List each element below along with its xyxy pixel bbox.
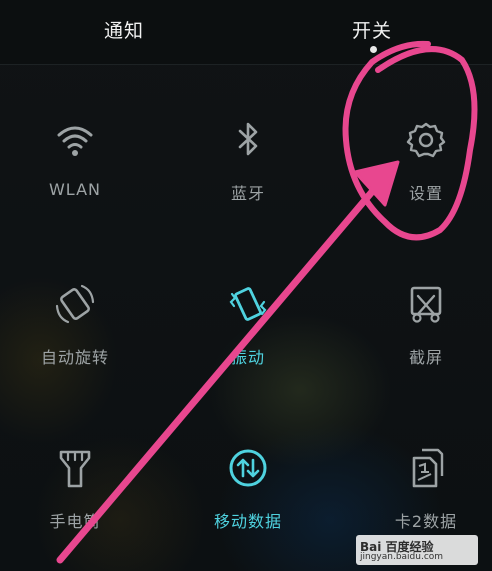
- panel-tab-bar: 通知 开关: [0, 0, 492, 65]
- tile-label: 蓝牙: [230, 184, 265, 203]
- tile-auto-rotate[interactable]: 自动旋转: [0, 282, 150, 412]
- tab-active-indicator: [370, 46, 377, 53]
- tab-notifications[interactable]: 通知: [104, 16, 144, 43]
- tile-mobile-data[interactable]: 移动数据: [173, 446, 323, 571]
- tile-vibrate[interactable]: 振动: [173, 282, 323, 412]
- watermark-url: jingyan.baidu.com: [360, 552, 444, 562]
- quick-settings-screen: 通知 开关 WLAN 蓝牙 设置 自动旋转 振动 截屏 手电筒 移动数据 卡2数…: [0, 0, 492, 571]
- tile-label: 手电筒: [49, 512, 101, 531]
- flashlight-icon: [53, 446, 97, 490]
- tile-label: 设置: [408, 184, 443, 203]
- tab-switches[interactable]: 开关: [352, 16, 392, 43]
- vibrate-icon: [226, 282, 270, 326]
- gear-icon: [404, 118, 448, 162]
- tile-bluetooth[interactable]: 蓝牙: [173, 118, 323, 248]
- wifi-icon: [53, 118, 97, 162]
- baidu-watermark: Bai 百度经验 jingyan.baidu.com: [356, 535, 478, 565]
- tile-label: 振动: [230, 348, 265, 367]
- tile-label: 截屏: [408, 348, 443, 367]
- tile-settings[interactable]: 设置: [351, 118, 492, 248]
- tile-screenshot[interactable]: 截屏: [351, 282, 492, 412]
- tile-label: 移动数据: [213, 512, 282, 531]
- tile-wlan[interactable]: WLAN: [0, 118, 150, 248]
- tile-label: WLAN: [48, 180, 101, 199]
- screenshot-icon: [404, 282, 448, 326]
- mobile-data-icon: [226, 446, 270, 490]
- tile-label: 自动旋转: [40, 348, 109, 367]
- sim2-data-icon: [404, 446, 448, 490]
- tile-label: 卡2数据: [394, 512, 458, 531]
- tile-flashlight[interactable]: 手电筒: [0, 446, 150, 571]
- rotate-icon: [53, 282, 97, 326]
- bluetooth-icon: [226, 118, 270, 162]
